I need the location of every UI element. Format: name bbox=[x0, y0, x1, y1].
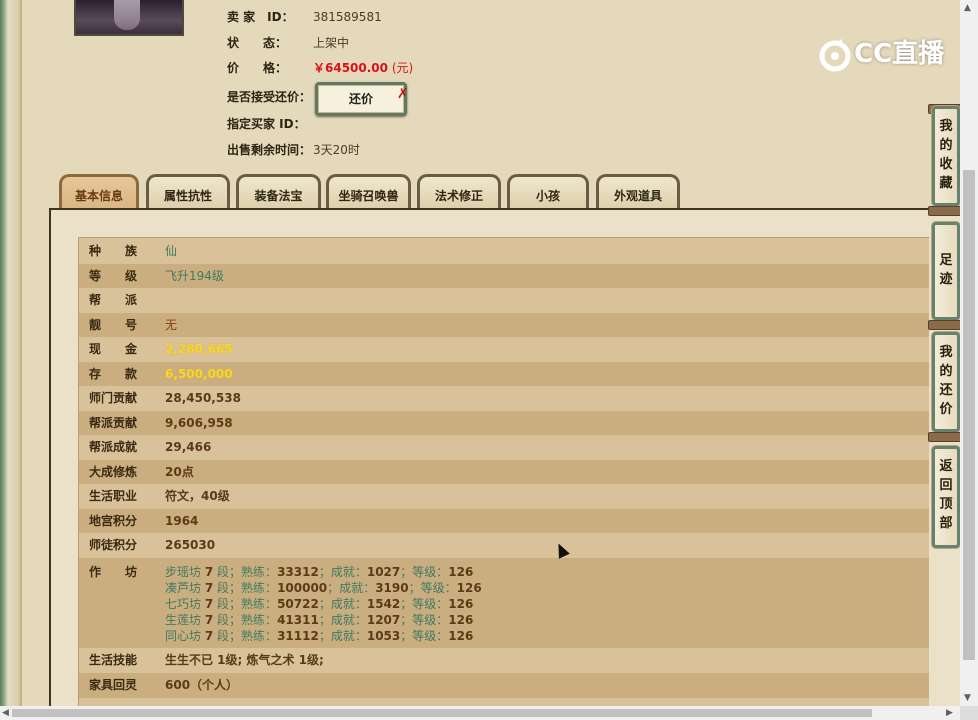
basic-info-table: 种 族 仙 等 级 飞升194级 帮 派 靓 号 无 现 金 2,280,665… bbox=[78, 237, 929, 718]
seller-id-label: 卖 家 ID： bbox=[227, 10, 294, 24]
tab-equipment[interactable]: 装备法宝 bbox=[236, 174, 321, 208]
row-label: 师门贡献 bbox=[89, 391, 138, 405]
row-value: 生生不已 1级; 炼气之术 1级; bbox=[165, 653, 324, 667]
logo-text: CC直播 bbox=[854, 39, 945, 69]
tab-mounts-pets[interactable]: 坐骑召唤兽 bbox=[326, 174, 411, 208]
row-label: 生活技能 bbox=[89, 653, 138, 667]
status-label: 状 态： bbox=[227, 36, 288, 50]
scroll-right-icon[interactable]: ▶ bbox=[946, 707, 953, 719]
row-value: 6,500,000 bbox=[165, 367, 233, 381]
row-value: 符文，40级 bbox=[165, 489, 230, 503]
row-value: 飞升194级 bbox=[165, 269, 224, 283]
row-label: 存 款 bbox=[89, 367, 138, 381]
avatar-figure bbox=[114, 0, 140, 30]
tab-attributes[interactable]: 属性抗性 bbox=[146, 174, 230, 208]
workshop-line: 凑芦坊 7 段；熟练：100000；成就：3190；等级：126 bbox=[165, 581, 482, 595]
row-value: 无 bbox=[165, 318, 178, 332]
table-row: 帮 派 bbox=[79, 288, 929, 313]
seller-id-value: 381589581 bbox=[313, 10, 382, 24]
make-offer-button[interactable]: 还价 bbox=[315, 82, 407, 116]
table-row: 存 款 6,500,000 bbox=[79, 362, 929, 386]
cc-live-logo: CC直播 bbox=[818, 34, 948, 74]
page-left-border bbox=[0, 0, 22, 720]
accept-offer-label: 是否接受还价： bbox=[227, 90, 312, 104]
row-label: 家具回灵 bbox=[89, 678, 138, 692]
sidebar-my-offers-button[interactable]: 我的还价 bbox=[932, 332, 960, 432]
row-label: 作 坊 bbox=[89, 565, 138, 579]
row-label: 等 级 bbox=[89, 269, 138, 283]
remaining-time-row: 出售剩余时间： 3天20时 bbox=[227, 140, 360, 160]
row-value: 600（个人） bbox=[165, 678, 239, 692]
status-row: 状 态： 上架中 bbox=[227, 33, 349, 53]
horizontal-scroll-thumb[interactable] bbox=[12, 709, 872, 717]
tab-basic-info[interactable]: 基本信息 bbox=[59, 174, 139, 208]
price-row: 价 格： ￥64500.00 (元) bbox=[227, 58, 413, 78]
table-row: 种 族 仙 bbox=[79, 238, 929, 264]
vertical-scroll-thumb[interactable] bbox=[963, 170, 975, 660]
workshop-line: 生莲坊 7 段；熟练：41311；成就：1207；等级：126 bbox=[165, 613, 474, 627]
scroll-up-icon[interactable]: ▲ bbox=[964, 2, 971, 14]
table-row: 地宫积分 1964 bbox=[79, 509, 929, 533]
row-value: 20点 bbox=[165, 465, 194, 479]
row-value: 2,280,665 bbox=[165, 342, 233, 356]
row-value: 仙 bbox=[165, 244, 178, 258]
sidebar-footprints-button[interactable]: 足迹 bbox=[932, 222, 960, 320]
table-row: 现 金 2,280,665 bbox=[79, 337, 929, 362]
status-value: 上架中 bbox=[313, 36, 350, 50]
price-value: ￥64500.00 bbox=[313, 61, 389, 75]
tab-children[interactable]: 小孩 bbox=[507, 174, 589, 208]
row-label: 师徒积分 bbox=[89, 538, 138, 552]
offer-close-icon: ✗ bbox=[397, 86, 409, 102]
sidebar-my-favorites-button[interactable]: 我的收藏 bbox=[932, 106, 960, 206]
workshop-row: 作 坊 步瑶坊 7 段；熟练：33312；成就：1027；等级：126 凑芦坊 … bbox=[79, 558, 929, 648]
workshop-line: 七巧坊 7 段；熟练：50722；成就：1542；等级：126 bbox=[165, 597, 474, 611]
row-value: 265030 bbox=[165, 538, 216, 552]
row-label: 现 金 bbox=[89, 342, 138, 356]
row-label: 帮派成就 bbox=[89, 440, 138, 454]
row-value: 1964 bbox=[165, 514, 199, 528]
scroll-left-icon[interactable]: ◀ bbox=[2, 707, 9, 719]
character-avatar bbox=[74, 0, 184, 36]
tab-appearance[interactable]: 外观道具 bbox=[596, 174, 680, 208]
workshop-list: 步瑶坊 7 段；熟练：33312；成就：1027；等级：126 凑芦坊 7 段；… bbox=[165, 564, 482, 644]
buyer-id-label: 指定买家 ID： bbox=[227, 117, 306, 131]
table-row: 大成修炼 20点 bbox=[79, 460, 929, 484]
row-value: 9,606,958 bbox=[165, 416, 233, 430]
scrollbar-corner bbox=[960, 706, 978, 720]
row-value: 29,466 bbox=[165, 440, 212, 454]
table-row: 生活技能 生生不已 1级; 炼气之术 1级; bbox=[79, 648, 929, 673]
tab-spell-correction[interactable]: 法术修正 bbox=[417, 174, 501, 208]
table-row: 生活职业 符文，40级 bbox=[79, 484, 929, 509]
seller-id-row: 卖 家 ID： 381589581 bbox=[227, 7, 382, 27]
table-row: 等 级 飞升194级 bbox=[79, 264, 929, 288]
table-row: 师门贡献 28,450,538 bbox=[79, 386, 929, 411]
workshop-line: 同心坊 7 段；熟练：31112；成就：1053；等级：126 bbox=[165, 629, 474, 643]
table-row: 帮派成就 29,466 bbox=[79, 435, 929, 460]
table-row: 家具回灵 600（个人） bbox=[79, 673, 929, 698]
remaining-time-value: 3天20时 bbox=[313, 143, 360, 157]
table-row: 靓 号 无 bbox=[79, 313, 929, 337]
table-row: 师徒积分 265030 bbox=[79, 533, 929, 558]
row-value: 28,450,538 bbox=[165, 391, 241, 405]
price-unit: (元) bbox=[391, 61, 414, 75]
price-label: 价 格： bbox=[227, 61, 288, 75]
sidebar-back-to-top-button[interactable]: 返回顶部 bbox=[932, 446, 960, 548]
remaining-time-label: 出售剩余时间： bbox=[227, 143, 312, 157]
row-label: 生活职业 bbox=[89, 489, 138, 503]
buyer-id-row: 指定买家 ID： bbox=[227, 114, 313, 134]
table-row: 帮派贡献 9,606,958 bbox=[79, 411, 929, 435]
cc-logo-icon bbox=[819, 38, 851, 71]
row-label: 种 族 bbox=[89, 244, 138, 258]
scroll-down-icon[interactable]: ▼ bbox=[964, 692, 971, 704]
workshop-line: 步瑶坊 7 段；熟练：33312；成就：1027；等级：126 bbox=[165, 565, 474, 579]
row-label: 大成修炼 bbox=[89, 465, 138, 479]
row-label: 帮 派 bbox=[89, 293, 138, 307]
row-label: 帮派贡献 bbox=[89, 416, 138, 430]
row-label: 靓 号 bbox=[89, 318, 138, 332]
accept-offer-row: 是否接受还价： bbox=[227, 87, 313, 107]
row-label: 地宫积分 bbox=[89, 514, 138, 528]
